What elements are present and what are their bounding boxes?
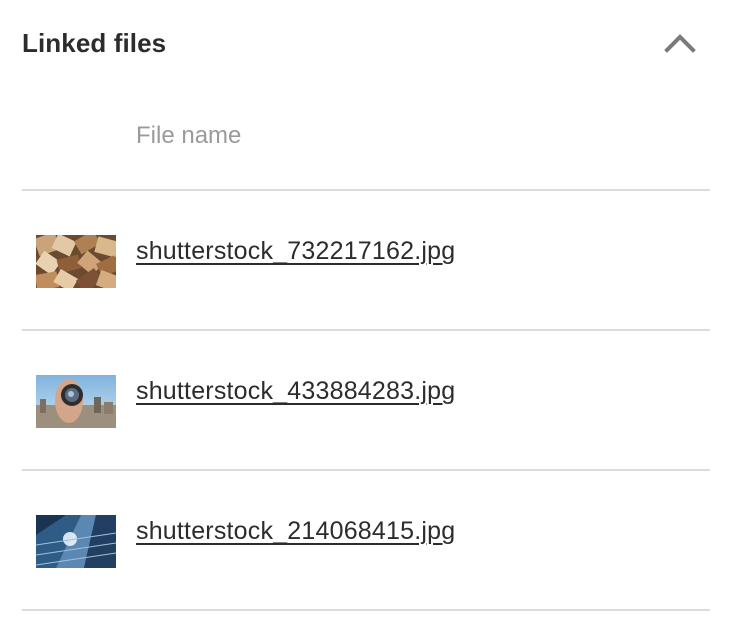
- chevron-up-icon: [664, 34, 696, 53]
- lens-over-city-image[interactable]: [36, 375, 116, 428]
- file-row: shutterstock_732217162.jpg: [22, 191, 710, 329]
- panel-title: Linked files: [22, 27, 167, 58]
- file-link[interactable]: shutterstock_732217162.jpg: [136, 237, 455, 266]
- column-header-file-name[interactable]: File name: [136, 122, 241, 150]
- file-link[interactable]: shutterstock_433884283.jpg: [136, 377, 455, 406]
- divider: [22, 609, 710, 611]
- linked-files-panel: Linked files File name shutterstock_7322…: [0, 0, 732, 632]
- glass-skyscraper-image[interactable]: [36, 515, 116, 568]
- panel-header: Linked files: [22, 22, 710, 64]
- collapse-button[interactable]: [658, 25, 702, 61]
- file-row: shutterstock_433884283.jpg: [22, 331, 710, 469]
- file-row: shutterstock_214068415.jpg: [22, 471, 710, 609]
- file-link[interactable]: shutterstock_214068415.jpg: [136, 517, 455, 546]
- stacked-books-image[interactable]: [36, 235, 116, 288]
